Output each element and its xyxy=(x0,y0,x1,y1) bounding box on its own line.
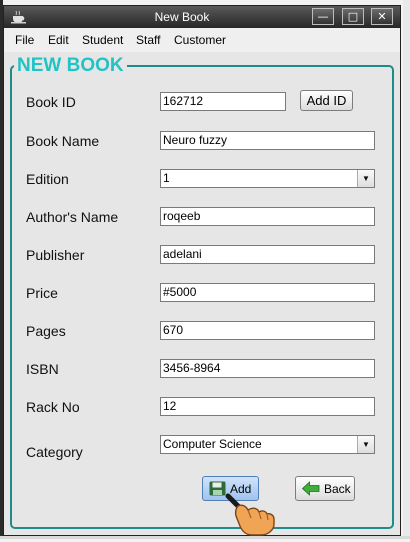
chevron-down-icon[interactable]: ▼ xyxy=(357,170,374,187)
isbn-field[interactable]: 3456-8964 xyxy=(160,359,375,378)
desktop-edge-right xyxy=(403,0,410,539)
add-id-button[interactable]: Add ID xyxy=(300,90,353,111)
book-id-field[interactable]: 162712 xyxy=(160,92,286,111)
category-label: Category xyxy=(26,444,83,460)
new-book-window: New Book — □ ✕ File Edit Student Staff C… xyxy=(3,5,401,536)
form-content: NEW BOOK Book ID 162712 Add ID Book Name… xyxy=(4,52,400,535)
price-field[interactable]: #5000 xyxy=(160,283,375,302)
publisher-label: Publisher xyxy=(26,247,85,263)
form-heading: NEW BOOK xyxy=(17,55,124,76)
category-select-value: Computer Science xyxy=(163,437,262,451)
rack-no-field[interactable]: 12 xyxy=(160,397,375,416)
back-button-label: Back xyxy=(324,482,351,496)
isbn-label: ISBN xyxy=(26,361,59,377)
publisher-field[interactable]: adelani xyxy=(160,245,375,264)
menu-bar: File Edit Student Staff Customer xyxy=(4,28,400,52)
close-button[interactable]: ✕ xyxy=(371,8,393,25)
hand-pointer-icon xyxy=(224,492,280,538)
back-button[interactable]: Back xyxy=(295,476,355,501)
menu-student[interactable]: Student xyxy=(82,28,123,52)
rack-no-label: Rack No xyxy=(26,399,80,415)
maximize-button[interactable]: □ xyxy=(342,8,364,25)
authors-name-field[interactable]: roqeeb xyxy=(160,207,375,226)
pages-field[interactable]: 670 xyxy=(160,321,375,340)
category-select[interactable]: Computer Science ▼ xyxy=(160,435,375,454)
authors-name-label: Author's Name xyxy=(26,209,119,225)
price-label: Price xyxy=(26,285,58,301)
menu-edit[interactable]: Edit xyxy=(48,28,69,52)
pages-label: Pages xyxy=(26,323,66,339)
menu-file[interactable]: File xyxy=(15,28,34,52)
book-id-label: Book ID xyxy=(26,94,76,110)
chevron-down-icon[interactable]: ▼ xyxy=(357,436,374,453)
edition-label: Edition xyxy=(26,171,69,187)
edition-select[interactable]: 1 ▼ xyxy=(160,169,375,188)
book-name-field[interactable]: Neuro fuzzy xyxy=(160,131,375,150)
book-name-label: Book Name xyxy=(26,133,100,149)
minimize-button[interactable]: — xyxy=(312,8,334,25)
menu-staff[interactable]: Staff xyxy=(136,28,160,52)
menu-customer[interactable]: Customer xyxy=(174,28,226,52)
title-bar[interactable]: New Book — □ ✕ xyxy=(4,6,400,28)
window-title: New Book xyxy=(154,10,210,24)
green-back-arrow-icon xyxy=(301,481,320,496)
edition-select-value: 1 xyxy=(163,171,170,185)
